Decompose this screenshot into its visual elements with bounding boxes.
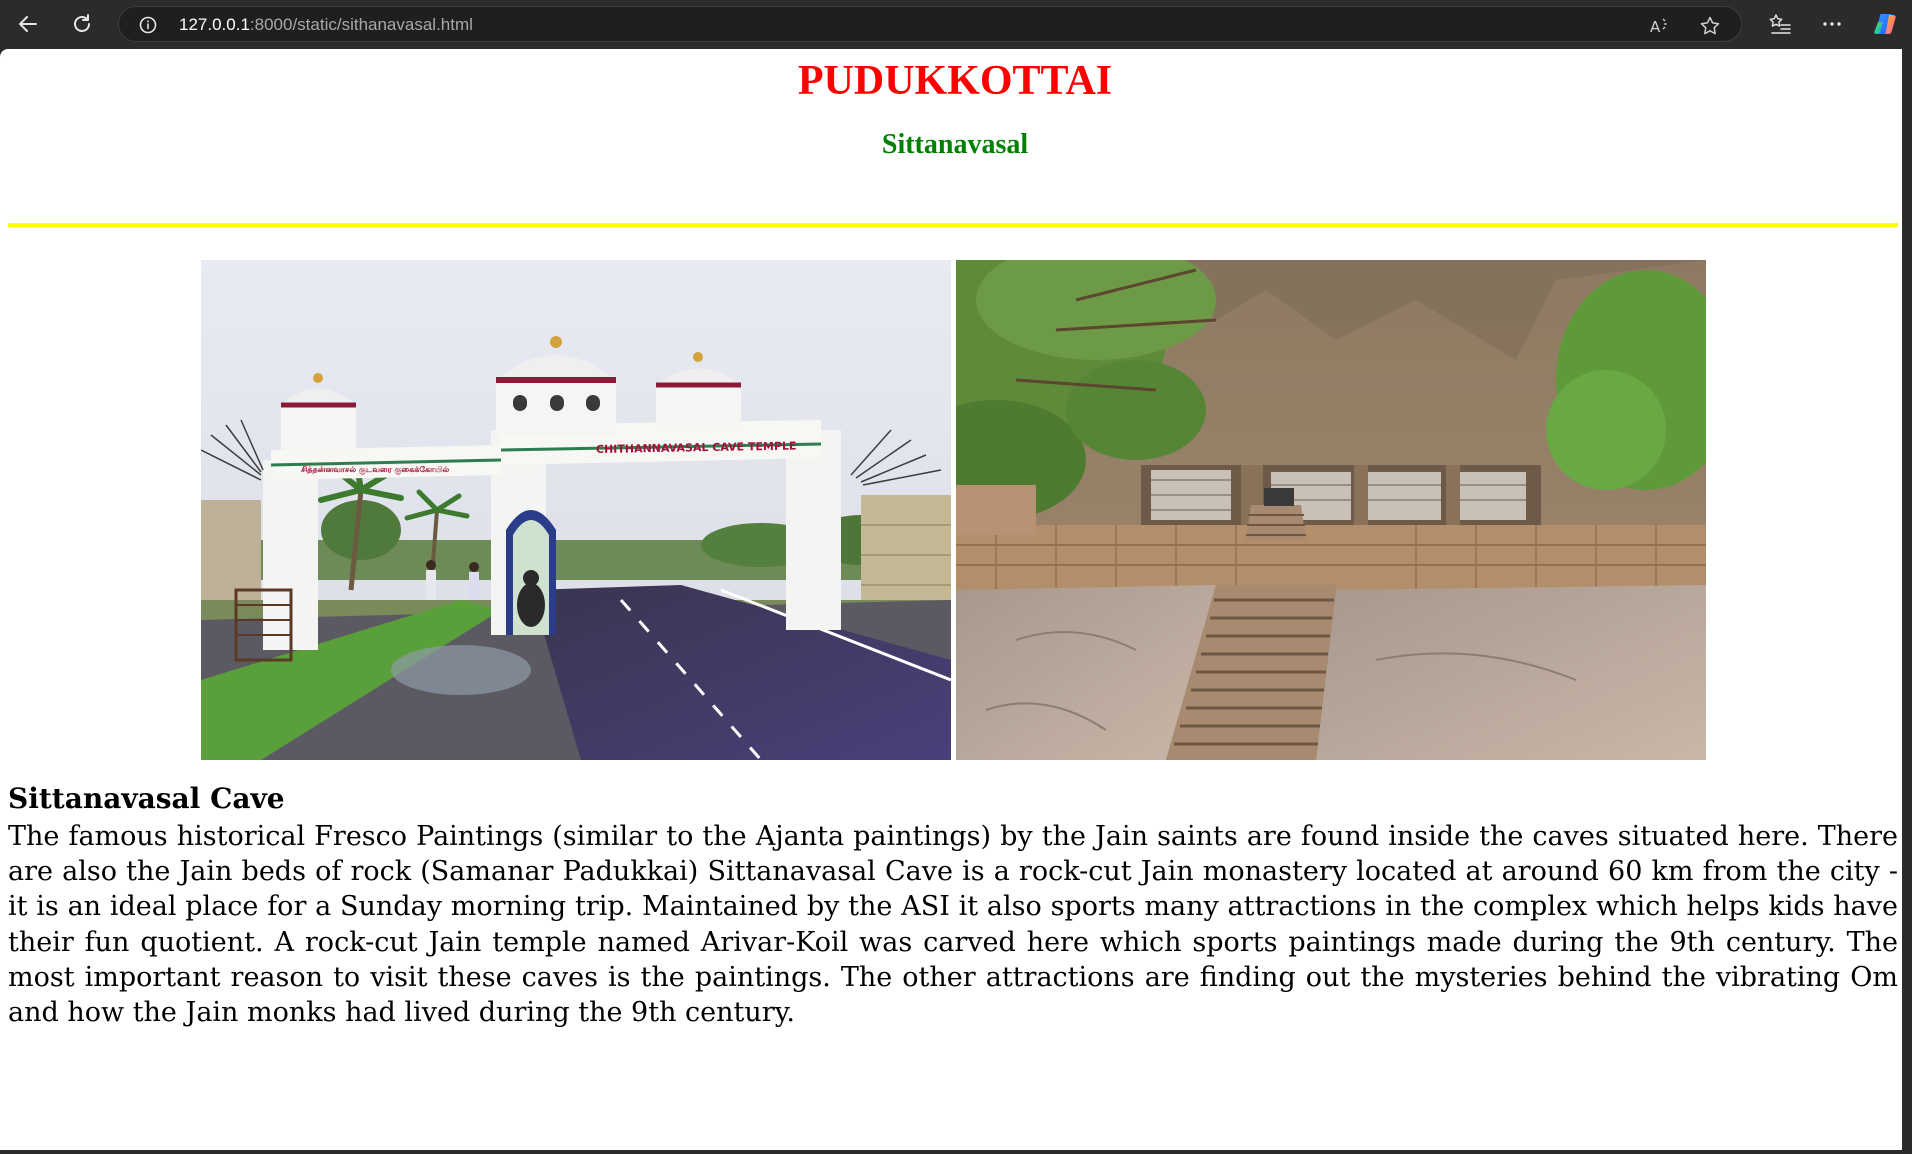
read-aloud-icon[interactable]: A (1649, 15, 1671, 37)
copilot-icon[interactable] (1868, 8, 1904, 40)
section-body-text: The famous historical Fresco Paintings (… (8, 821, 1898, 1029)
yellow-divider (8, 223, 1898, 227)
refresh-icon[interactable] (64, 8, 100, 40)
back-icon[interactable] (10, 8, 46, 40)
page-subtitle: Sittanavasal (881, 129, 1029, 160)
address-bar[interactable]: 127.0.0.1:8000/static/sithanavasal.html … (118, 6, 1742, 42)
page-scrollbar[interactable] (1902, 49, 1910, 1150)
browser-toolbar: 127.0.0.1:8000/static/sithanavasal.html … (0, 0, 1912, 49)
url-path: :8000/static/sithanavasal.html (249, 15, 473, 34)
svg-text:A: A (1650, 18, 1661, 36)
rock-cut-cave-steps-photo (956, 260, 1706, 760)
info-icon[interactable] (139, 16, 157, 34)
page-viewport: PUDUKKOTTAI Sittanavasal CHITHANNAVASAL … (0, 49, 1910, 1150)
more-options-icon[interactable] (1814, 8, 1850, 40)
url-text[interactable]: 127.0.0.1:8000/static/sithanavasal.html (179, 15, 473, 35)
page-title: PUDUKKOTTAI (797, 58, 1113, 104)
favorite-star-icon[interactable] (1699, 15, 1721, 37)
section-heading: Sittanavasal Cave (8, 782, 285, 815)
url-host: 127.0.0.1 (179, 15, 250, 34)
favorites-list-icon[interactable] (1762, 8, 1798, 40)
cave-temple-entrance-arch-photo: CHITHANNAVASAL CAVE TEMPLE சித்தன்னவாசல்… (201, 260, 951, 760)
